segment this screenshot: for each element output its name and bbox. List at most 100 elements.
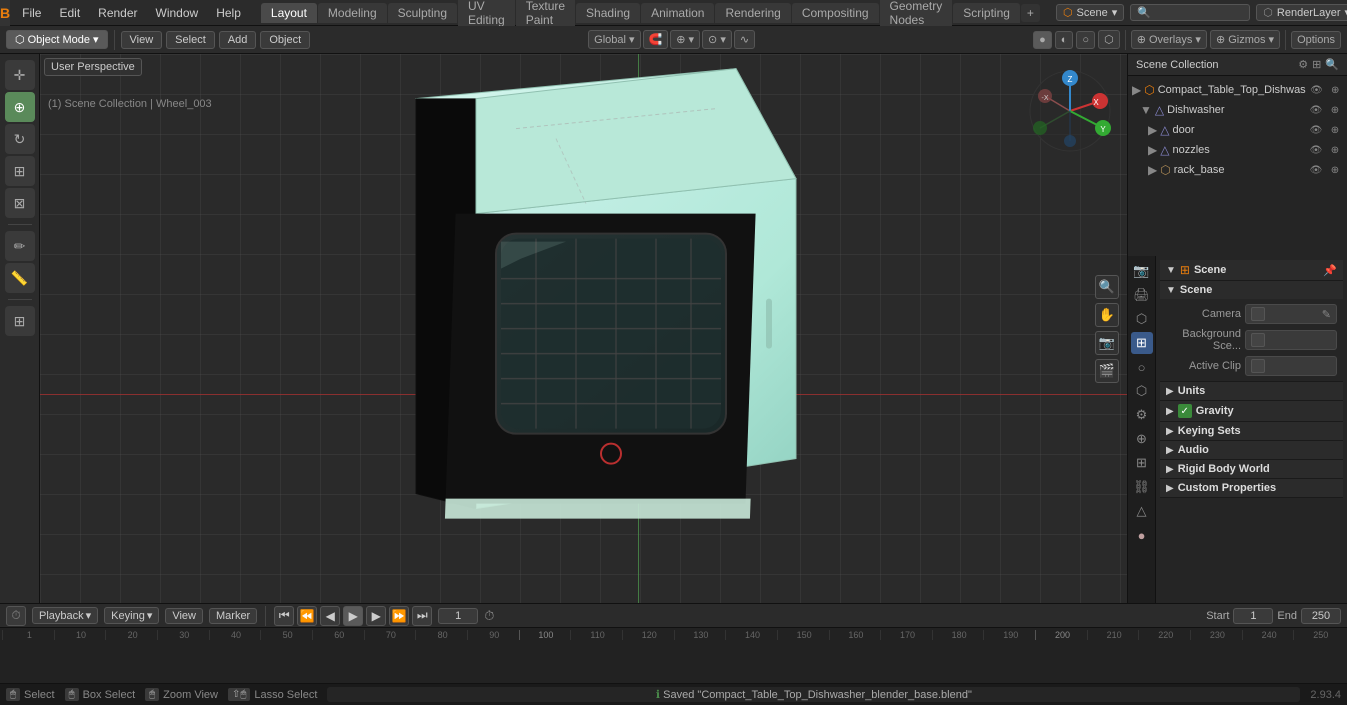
select-menu-btn[interactable]: Select	[166, 31, 215, 49]
scene-sub-header[interactable]: ▼ Scene	[1160, 281, 1343, 299]
snap-settings-btn[interactable]: ⊕ ▾	[670, 30, 700, 49]
tree-vis-toggle-2[interactable]: 👁	[1308, 102, 1324, 118]
timeline-ruler[interactable]: 1 10 20 30 40 50 60 70 80 90 100 110 120…	[0, 628, 1347, 683]
tab-shading[interactable]: Shading	[576, 3, 640, 23]
view-menu-btn[interactable]: View	[121, 31, 163, 49]
pan-btn[interactable]: ✋	[1095, 303, 1119, 327]
camera-btn[interactable]: 📷	[1095, 331, 1119, 355]
viewport-shading-rendered[interactable]: ○	[1076, 31, 1095, 49]
active-clip-value[interactable]	[1245, 356, 1337, 376]
current-frame-input[interactable]	[438, 608, 478, 624]
snap-magnet-btn[interactable]: 🧲	[643, 30, 669, 49]
options-btn[interactable]: Options	[1291, 31, 1341, 49]
timeline-type-icon[interactable]: ⏱	[6, 606, 26, 626]
add-workspace-button[interactable]: +	[1021, 4, 1040, 22]
scene-pin-icon[interactable]: 📌	[1323, 264, 1337, 277]
collection-settings-icon[interactable]: ⊞	[1312, 58, 1321, 71]
prop-data-icon[interactable]: △	[1131, 500, 1153, 522]
prop-world-icon[interactable]: ○	[1131, 356, 1153, 378]
prop-object-icon[interactable]: ⬡	[1131, 380, 1153, 402]
prop-view-layer-icon[interactable]: ⬡	[1131, 308, 1153, 330]
blender-logo[interactable]: B	[0, 0, 10, 26]
tree-hide-toggle-5[interactable]: ⊕	[1327, 162, 1343, 178]
next-keyframe-btn[interactable]: ▶	[366, 606, 386, 626]
gizmos-btn[interactable]: ⊕ Gizmos ▾	[1210, 30, 1280, 49]
prop-material-icon[interactable]: ●	[1131, 524, 1153, 546]
tree-vis-toggle[interactable]: 👁	[1309, 82, 1325, 98]
tree-hide-toggle[interactable]: ⊕	[1327, 82, 1343, 98]
prop-physics-icon[interactable]: ⊞	[1131, 452, 1153, 474]
move-tool[interactable]: ⊕	[5, 92, 35, 122]
tab-sculpting[interactable]: Sculpting	[388, 3, 457, 23]
bg-scene-value[interactable]	[1245, 330, 1337, 350]
camera-value[interactable]: ✎	[1245, 304, 1337, 324]
tree-vis-toggle-3[interactable]: 👁	[1308, 122, 1324, 138]
viewport[interactable]: User Perspective (1) Scene Collection | …	[40, 54, 1127, 603]
measure-tool[interactable]: 📏	[5, 263, 35, 293]
rotate-tool[interactable]: ↻	[5, 124, 35, 154]
cursor-tool[interactable]: ✛	[5, 60, 35, 90]
tree-vis-toggle-5[interactable]: 👁	[1308, 162, 1324, 178]
view-btn[interactable]: View	[165, 608, 203, 624]
prev-frame-btn[interactable]: ⏪	[297, 606, 317, 626]
collection-search-icon[interactable]: 🔍	[1325, 58, 1339, 71]
prev-keyframe-btn[interactable]: ◀	[320, 606, 340, 626]
tab-layout[interactable]: Layout	[261, 3, 317, 23]
magnify-btn[interactable]: 🔍	[1095, 275, 1119, 299]
tree-item-rack-base[interactable]: ▶ ⬡ rack_base 👁 ⊕	[1128, 160, 1347, 180]
proportional-btn[interactable]: ⊙ ▾	[702, 30, 732, 49]
prop-constraints-icon[interactable]: ⛓	[1131, 476, 1153, 498]
tab-compositing[interactable]: Compositing	[792, 3, 879, 23]
custom-props-header[interactable]: ▶ Custom Properties	[1160, 479, 1343, 497]
audio-header[interactable]: ▶ Audio	[1160, 441, 1343, 459]
menu-edit[interactable]: Edit	[51, 4, 88, 22]
marker-btn[interactable]: Marker	[209, 608, 257, 624]
annotate-tool[interactable]: ✏	[5, 231, 35, 261]
falloff-btn[interactable]: ∿	[734, 30, 755, 49]
nav-gizmo[interactable]: X -X Z Y	[1025, 66, 1115, 156]
end-frame-input[interactable]	[1301, 608, 1341, 624]
prop-scene-icon[interactable]: ⊞	[1131, 332, 1153, 354]
scene-selector[interactable]: ⬡ Scene ▾	[1056, 4, 1124, 21]
viewport-shading-solid[interactable]: ●	[1033, 31, 1052, 49]
collection-filter-icon[interactable]: ⚙	[1298, 58, 1308, 71]
tab-animation[interactable]: Animation	[641, 3, 714, 23]
transform-global-btn[interactable]: Global ▾	[588, 30, 640, 49]
render-layer-selector[interactable]: ⬡ RenderLayer ▾	[1256, 4, 1347, 21]
scene-section-header[interactable]: ▼ ⊞ Scene 📌	[1160, 260, 1343, 280]
start-frame-input[interactable]	[1233, 608, 1273, 624]
tree-vis-toggle-4[interactable]: 👁	[1308, 142, 1324, 158]
transform-tool[interactable]: ⊠	[5, 188, 35, 218]
tree-hide-toggle-3[interactable]: ⊕	[1327, 122, 1343, 138]
prop-modifier-icon[interactable]: ⚙	[1131, 404, 1153, 426]
tree-item-collection[interactable]: ▶ ⬡ Compact_Table_Top_Dishwas 👁 ⊕	[1128, 80, 1347, 100]
render-btn[interactable]: 🎬	[1095, 359, 1119, 383]
tree-item-door[interactable]: ▶ △ door 👁 ⊕	[1128, 120, 1347, 140]
tab-rendering[interactable]: Rendering	[715, 3, 790, 23]
overlays-btn[interactable]: ⊕ Overlays ▾	[1131, 30, 1207, 49]
prop-particles-icon[interactable]: ⊕	[1131, 428, 1153, 450]
object-menu-btn[interactable]: Object	[260, 31, 310, 49]
prop-render-icon[interactable]: 📷	[1131, 260, 1153, 282]
scale-tool[interactable]: ⊞	[5, 156, 35, 186]
prop-output-icon[interactable]: 🖨	[1131, 284, 1153, 306]
units-header[interactable]: ▶ Units	[1160, 382, 1343, 400]
tab-scripting[interactable]: Scripting	[953, 3, 1020, 23]
gravity-checkbox[interactable]: ✓	[1178, 404, 1192, 418]
keying-sets-header[interactable]: ▶ Keying Sets	[1160, 422, 1343, 440]
add-tool[interactable]: ⊞	[5, 306, 35, 336]
jump-end-btn[interactable]: ⏭	[412, 606, 432, 626]
search-bar[interactable]: 🔍	[1130, 4, 1250, 21]
rigid-body-header[interactable]: ▶ Rigid Body World	[1160, 460, 1343, 478]
menu-help[interactable]: Help	[208, 4, 249, 22]
add-menu-btn[interactable]: Add	[219, 31, 257, 49]
gravity-header[interactable]: ▶ ✓ Gravity	[1160, 401, 1343, 421]
keying-btn[interactable]: Keying ▾	[104, 607, 159, 624]
play-btn[interactable]: ▶	[343, 606, 363, 626]
playback-btn[interactable]: Playback ▾	[32, 607, 98, 624]
menu-window[interactable]: Window	[148, 4, 207, 22]
viewport-shading-material[interactable]: ◐	[1055, 31, 1074, 49]
viewport-shading-wireframe[interactable]: ⬡	[1098, 30, 1120, 49]
menu-render[interactable]: Render	[90, 4, 145, 22]
tree-hide-toggle-4[interactable]: ⊕	[1327, 142, 1343, 158]
